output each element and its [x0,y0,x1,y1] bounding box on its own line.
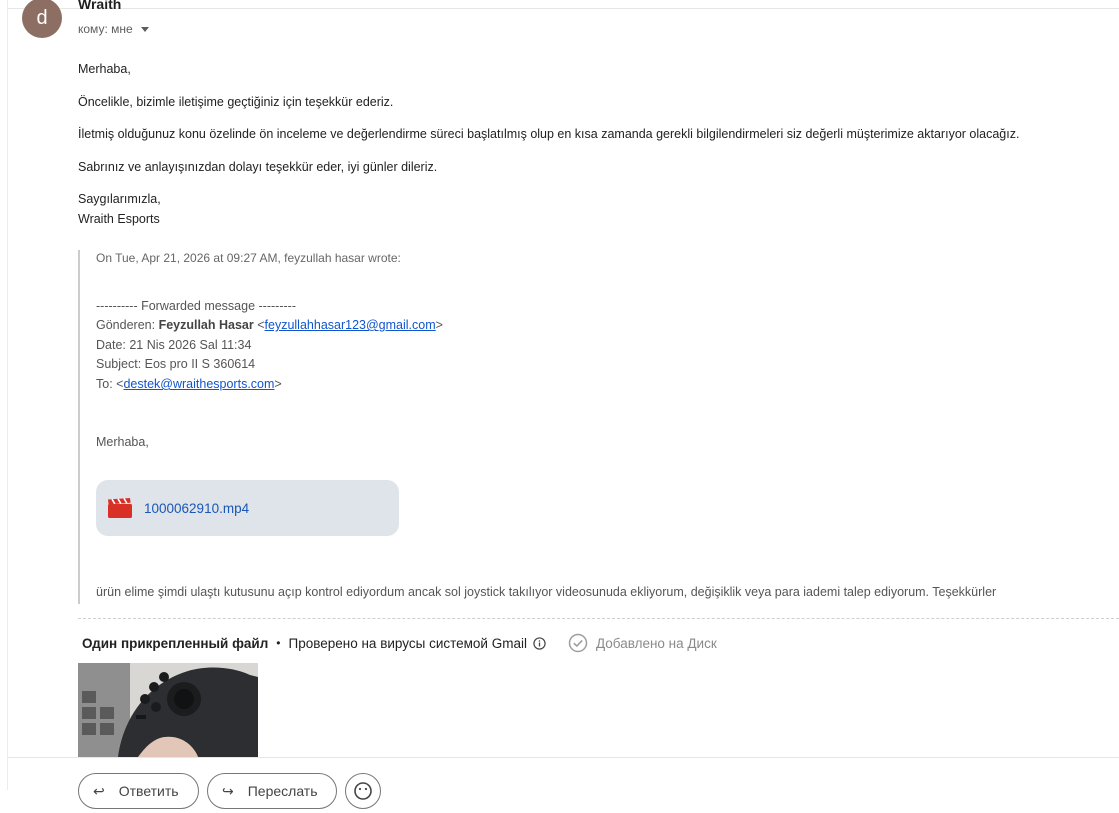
body-patience: Sabrınız ve anlayışınızdan dolayı teşekk… [78,160,438,174]
sender-avatar[interactable]: d [22,0,62,38]
forwarded-separator: ---------- Forwarded message --------- [96,299,296,313]
forward-to-line: To: <destek@wraithesports.com> [96,377,282,391]
video-attachment-name[interactable]: 1000062910.mp4 [144,501,249,516]
left-border [7,0,8,790]
sender-name[interactable]: Wraith [78,0,121,12]
emoji-react-button[interactable] [345,773,381,809]
forward-arrow-icon: ↪ [222,782,234,799]
quoted-closing: ürün elime şimdi ulaştı kutusunu açıp ko… [96,585,997,599]
forward-from-line: Gönderen: Feyzullah Hasar <feyzullahhasa… [96,318,443,332]
forward-subject: Subject: Eos pro II S 360614 [96,357,256,371]
bottom-divider [8,757,1119,758]
emoji-icon [354,782,372,800]
attachment-thumbnail[interactable] [78,663,258,757]
recipient-label: кому: мне [78,22,133,36]
body-process: İletmiş olduğunuz konu özelinde ön incel… [78,127,1020,141]
bullet-separator: • [276,636,281,650]
video-file-icon [108,498,132,518]
forward-date: Date: 21 Nis 2026 Sal 11:34 [96,338,252,352]
from-name: Feyzullah Hasar [158,318,254,332]
to-label: To: [96,377,113,391]
attachments-count-label: Один прикрепленный файл [82,635,269,651]
quoted-greeting: Merhaba, [96,435,149,449]
quote-header: On Tue, Apr 21, 2026 at 09:27 AM, feyzul… [96,251,401,265]
from-label: Gönderen: [96,318,156,332]
controller-photo [78,663,258,757]
from-email-link[interactable]: feyzullahhasar123@gmail.com [265,318,436,332]
body-signature: Wraith Esports [78,212,160,226]
quote-bar [78,250,80,604]
to-email-link[interactable]: destek@wraithesports.com [123,377,274,391]
chevron-down-icon[interactable] [140,27,149,32]
body-thanks: Öncelikle, bizimle iletişime geçtiğiniz … [78,95,394,109]
video-attachment-chip[interactable]: 1000062910.mp4 [96,480,399,536]
body-signoff: Saygılarımızla, [78,192,161,206]
virus-scan-label: Проверено на вирусы системой Gmail [288,635,527,651]
forward-button[interactable]: ↪ Переслать [207,773,337,809]
info-icon[interactable] [533,636,546,650]
drive-check-icon [568,633,588,653]
recipient-details-toggle[interactable]: кому: мне [78,22,149,36]
reply-label: Ответить [118,783,179,799]
top-divider [8,8,1119,9]
attachments-bar: Один прикрепленный файл • Проверено на в… [82,633,717,653]
reply-arrow-icon: ↩ [93,782,105,799]
body-greeting: Merhaba, [78,62,131,76]
reply-button[interactable]: ↩ Ответить [78,773,199,809]
attachments-divider [78,618,1119,619]
added-to-drive-label: Добавлено на Диск [595,635,717,651]
forward-label: Переслать [247,783,318,799]
